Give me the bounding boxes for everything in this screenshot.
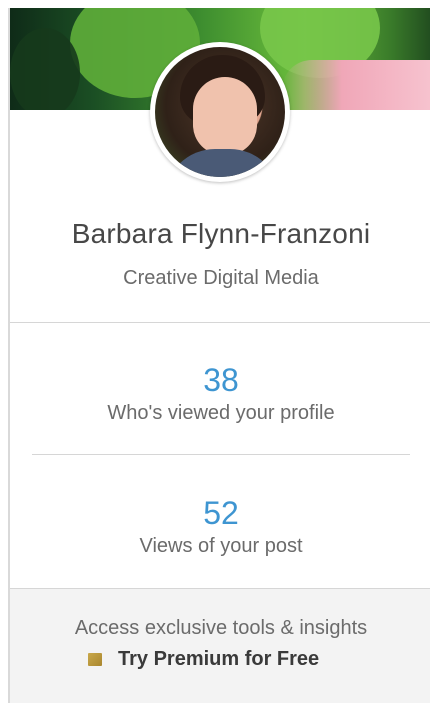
profile-name[interactable]: Barbara Flynn-Franzoni: [10, 218, 430, 250]
profile-views-count: 38: [203, 362, 239, 398]
premium-upsell: Access exclusive tools & insights Try Pr…: [10, 588, 430, 703]
cover-flower: [282, 60, 430, 110]
premium-badge-icon: [88, 652, 102, 666]
avatar-shoulders: [165, 149, 280, 177]
profile-card: Barbara Flynn-Franzoni Creative Digital …: [8, 8, 430, 703]
avatar-photo: [155, 47, 285, 177]
post-views-label: Views of your post: [139, 535, 303, 557]
profile-views-stat[interactable]: 38 Who's viewed your profile: [10, 362, 430, 425]
avatar[interactable]: [150, 42, 290, 182]
try-premium-label: Try Premium for Free: [118, 647, 320, 670]
try-premium-link[interactable]: Try Premium for Free: [88, 647, 319, 671]
avatar-face: [193, 77, 257, 155]
profile-views-label: Who's viewed your profile: [107, 402, 335, 424]
premium-tagline: Access exclusive tools & insights: [74, 617, 368, 639]
cover-leaf: [10, 28, 80, 110]
post-views-stat[interactable]: 52 Views of your post: [10, 495, 430, 558]
divider: [32, 454, 410, 455]
post-views-count: 52: [203, 495, 239, 531]
divider: [10, 322, 430, 323]
profile-headline: Creative Digital Media: [123, 267, 319, 289]
